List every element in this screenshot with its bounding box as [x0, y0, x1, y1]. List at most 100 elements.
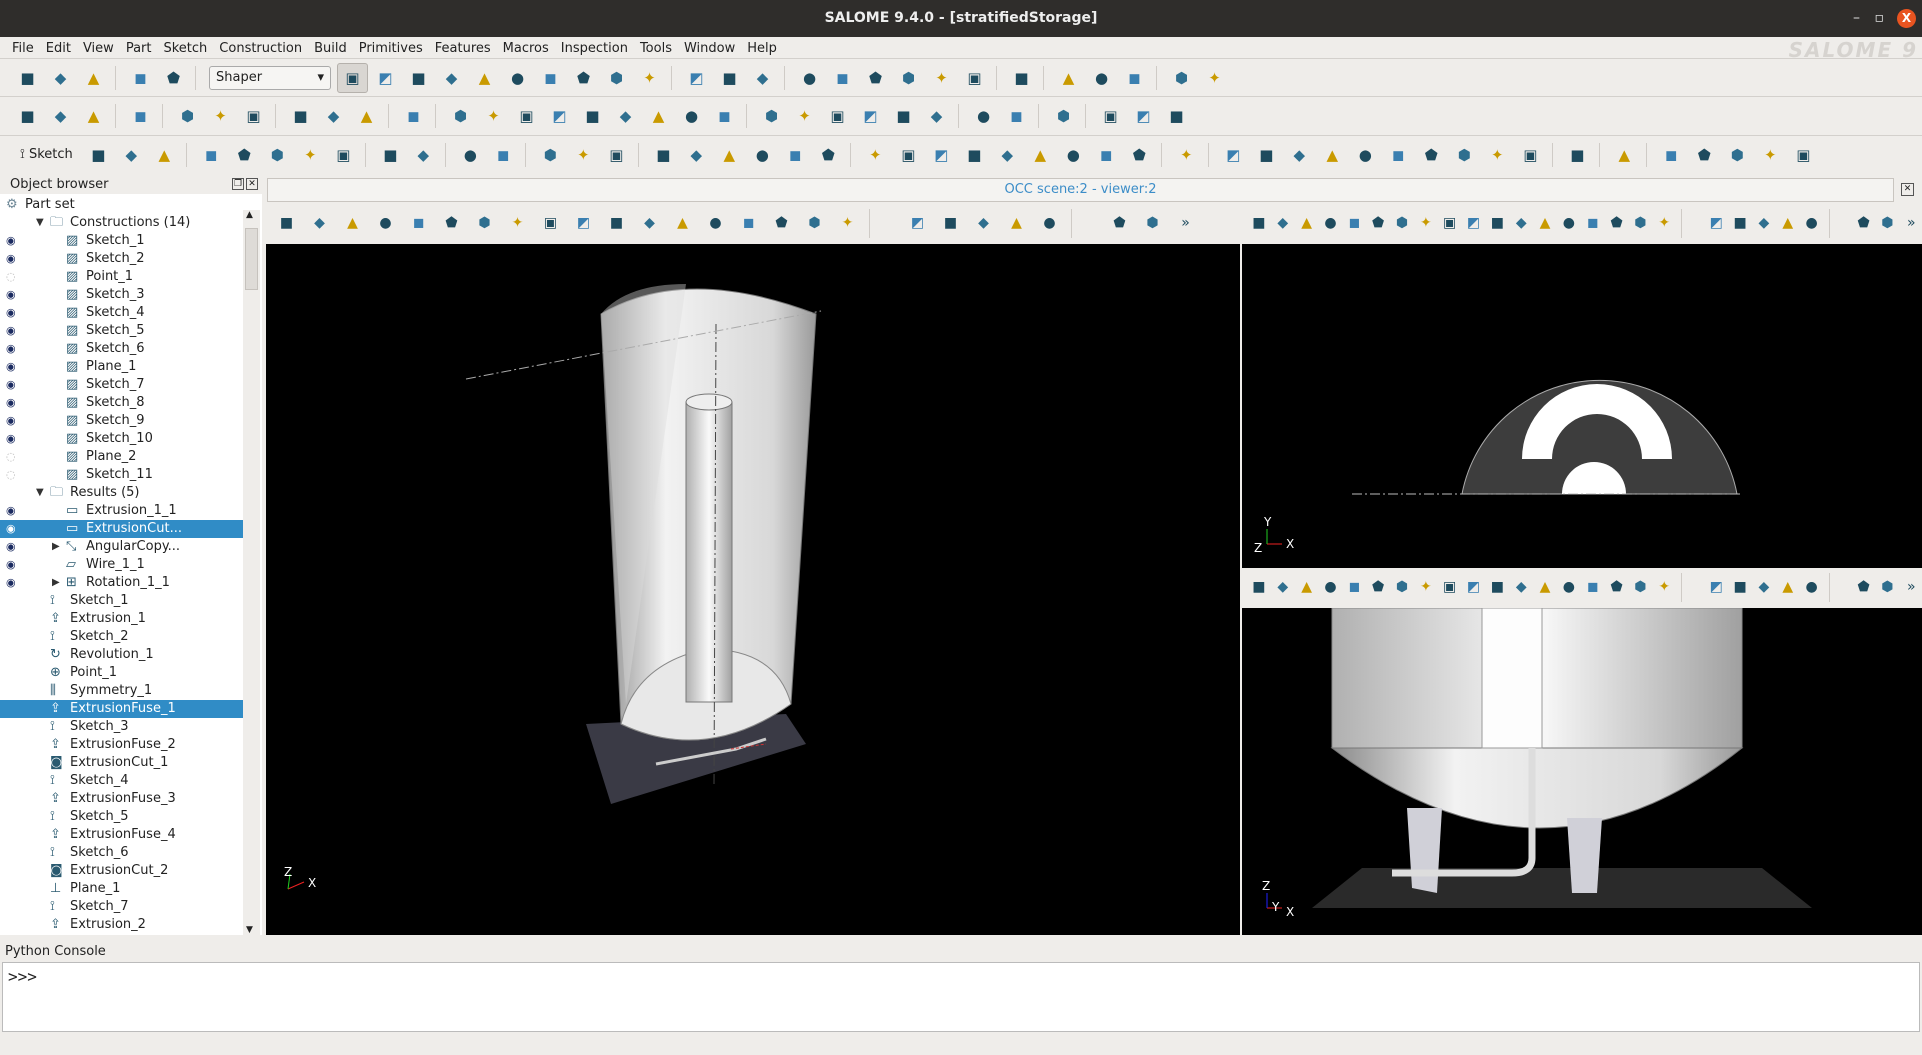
close-button[interactable]: X [1897, 9, 1916, 28]
group-intersect-icon[interactable]: ■ [888, 101, 919, 131]
tree-item[interactable]: ⇪ Extrusion_1 [0, 610, 243, 628]
tree-root[interactable]: ⚙ Part set [0, 196, 243, 214]
eye-icon[interactable]: ◉ [6, 322, 16, 340]
open-folder-icon[interactable]: ◆ [45, 63, 76, 93]
zoom-icon[interactable]: ▣ [535, 209, 566, 238]
redo-icon[interactable]: ⬟ [158, 63, 189, 93]
tree-item[interactable]: ▼ 🗀 Results (5) [0, 484, 243, 502]
shoot-view-icon[interactable]: ■ [935, 209, 966, 238]
polygon-icon[interactable]: ● [1350, 140, 1381, 170]
revolution-cut-icon[interactable]: ◆ [318, 101, 349, 131]
new-file-icon[interactable]: ■ [12, 63, 43, 93]
clipping-icon[interactable]: ◩ [902, 209, 933, 238]
tree-item[interactable]: ⟟ Sketch_6 [0, 844, 243, 862]
rotation-point-icon[interactable]: ▲ [1534, 209, 1556, 238]
tree-item[interactable]: ⟟ Sketch_4 [0, 772, 243, 790]
compound-icon[interactable]: ▣ [1515, 140, 1546, 170]
sk-ellipse-icon[interactable]: ■ [375, 140, 406, 170]
tree-item[interactable]: ⟟ Sketch_5 [0, 808, 243, 826]
tree-item[interactable]: ⫼ Symmetry_1 [0, 682, 243, 700]
rect-select-icon[interactable]: ● [1320, 573, 1342, 602]
eye-icon[interactable]: ◉ [6, 250, 16, 268]
zoom-to-sel-icon[interactable]: ⬢ [1630, 209, 1652, 238]
angular-copy-icon[interactable]: ⬢ [756, 101, 787, 131]
zoom-to-sel-icon[interactable]: ⬢ [799, 209, 830, 238]
menu-features[interactable]: Features [429, 41, 497, 56]
pan-icon[interactable]: ◩ [1463, 209, 1485, 238]
main-3d-viewer[interactable]: XZ [266, 244, 1240, 935]
fit-all-icon[interactable]: ● [1558, 573, 1580, 602]
group-subtract-icon[interactable]: ◆ [921, 101, 952, 131]
sk-projection-icon[interactable]: ● [455, 140, 486, 170]
sk-horiz-dist-icon[interactable]: ■ [648, 140, 679, 170]
tree-item[interactable]: ◉ ▨ Sketch_6 [0, 340, 243, 358]
sk-circle-icon[interactable]: ◼ [196, 140, 227, 170]
tree-item[interactable]: ◉ ▨ Plane_1 [0, 358, 243, 376]
top-view-viewer[interactable]: XYZ [1242, 244, 1922, 568]
solid-icon[interactable]: ⬢ [1449, 140, 1480, 170]
zoom-icon[interactable]: ▣ [1439, 573, 1461, 602]
fit-all-icon[interactable]: ● [1558, 209, 1580, 238]
sk-arc-tangent-icon[interactable]: ⬢ [262, 140, 293, 170]
preferences-icon[interactable]: ◩ [681, 63, 712, 93]
save-icon[interactable]: ▲ [78, 63, 109, 93]
dump-view-icon[interactable]: ■ [271, 209, 302, 238]
revolution-icon[interactable]: ■ [285, 101, 316, 131]
zoom-to-sel-icon[interactable]: ⬢ [1630, 573, 1652, 602]
tree-item[interactable]: ↻ Revolution_1 [0, 646, 243, 664]
tree-item[interactable]: ⇪ ExtrusionFuse_1 [0, 700, 243, 718]
sub-group-icon[interactable]: ▣ [822, 101, 853, 131]
sk-line-icon[interactable]: ◆ [116, 140, 147, 170]
tree-item[interactable]: ◉ ▭ ExtrusionCut... [0, 520, 243, 538]
plane-icon[interactable]: ▲ [78, 101, 109, 131]
extrusion-icon[interactable]: ⬢ [172, 101, 203, 131]
param-sum-icon[interactable]: ◩ [1128, 101, 1159, 131]
sk-collinear-icon[interactable]: ⬟ [1124, 140, 1155, 170]
tree-item[interactable]: ◌ ▨ Sketch_11 [0, 466, 243, 484]
menu-part[interactable]: Part [120, 41, 158, 56]
eye-icon[interactable]: ◉ [6, 304, 16, 322]
prim-sphere-icon[interactable]: ⬢ [1722, 140, 1753, 170]
eye-icon[interactable]: ◉ [6, 232, 16, 250]
menu-inspection[interactable]: Inspection [555, 41, 634, 56]
sk-fixed-icon[interactable]: ✦ [860, 140, 891, 170]
axo-icon[interactable]: ⬟ [1853, 573, 1875, 602]
sk-rotate-icon[interactable]: ▣ [601, 140, 632, 170]
tree-item[interactable]: ◉ ▨ Sketch_8 [0, 394, 243, 412]
measure-c-icon[interactable]: ⬟ [860, 63, 891, 93]
tree-item[interactable]: ◉ ▨ Sketch_5 [0, 322, 243, 340]
fit-selection-icon[interactable]: ⬟ [1606, 573, 1628, 602]
python-console-input[interactable]: >>> [2, 962, 1920, 1032]
pan-icon[interactable]: ◩ [1463, 573, 1485, 602]
tree-item[interactable]: ◉ ▨ Sketch_3 [0, 286, 243, 304]
axo-icon[interactable]: ⬟ [1853, 209, 1875, 238]
circle-select-icon[interactable]: ⬢ [1391, 573, 1413, 602]
light-icon[interactable]: ● [1801, 573, 1823, 602]
prim-box-icon[interactable]: ◼ [1656, 140, 1687, 170]
shell-icon[interactable]: ⬟ [1416, 140, 1447, 170]
ray-tracing-icon[interactable]: ◆ [1753, 209, 1775, 238]
shaper-module-icon[interactable]: ▣ [337, 62, 368, 93]
sketch-wire-icon[interactable]: ■ [1161, 101, 1192, 131]
tree-item[interactable]: ⊥ Plane_1 [0, 880, 243, 898]
eye-icon[interactable]: ◉ [6, 430, 16, 448]
cylinder-icon[interactable]: ◼ [1001, 101, 1032, 131]
eye-icon[interactable]: ◉ [6, 574, 16, 592]
measure-d-icon[interactable]: ⬢ [893, 63, 924, 93]
eye-icon[interactable]: ◉ [6, 376, 16, 394]
clipping-icon[interactable]: ◩ [1705, 209, 1727, 238]
tree-item[interactable]: ⊕ Point_1 [0, 664, 243, 682]
prim-cylinder-icon[interactable]: ⬟ [1689, 140, 1720, 170]
env-texture-icon[interactable]: ▲ [1001, 209, 1032, 238]
prim-cone-icon[interactable]: ▣ [1788, 140, 1819, 170]
sk-ellipse-arc-icon[interactable]: ▣ [328, 140, 359, 170]
polygon-select-icon[interactable]: ⬟ [1367, 573, 1389, 602]
tree-item[interactable]: ◙ ExtrusionCut_1 [0, 754, 243, 772]
point-cloud-icon[interactable]: ▣ [1095, 101, 1126, 131]
light-icon[interactable]: ● [1034, 209, 1065, 238]
rotate-icon[interactable]: ◆ [1510, 209, 1532, 238]
jobmanager-icon[interactable]: ● [502, 63, 533, 93]
copy-icon[interactable]: ■ [714, 63, 745, 93]
axis-icon[interactable]: ◆ [45, 101, 76, 131]
sk-equal-icon[interactable]: ◼ [1091, 140, 1122, 170]
